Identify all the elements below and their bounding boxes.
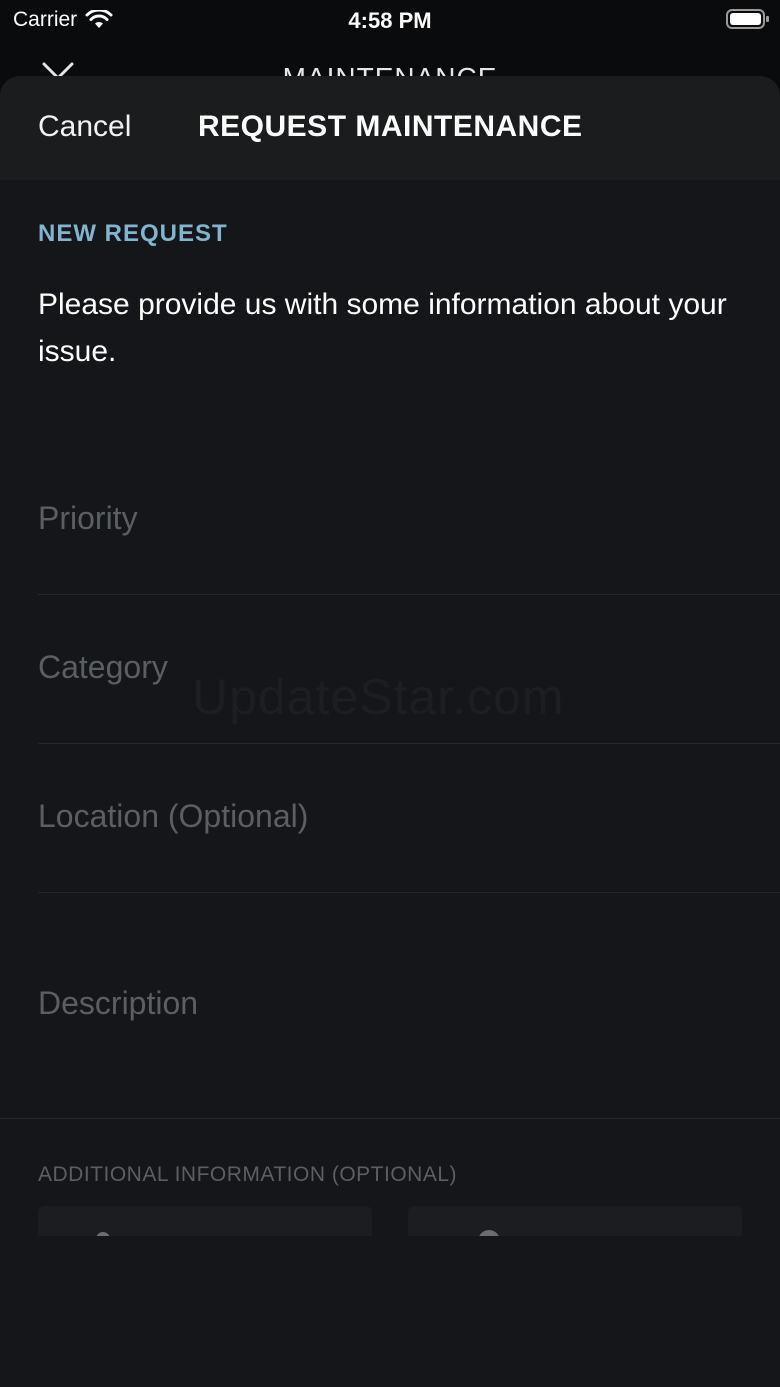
- camera-icon: [96, 1232, 110, 1236]
- divider: [38, 892, 780, 893]
- status-time: 4:58 PM: [348, 8, 432, 33]
- divider: [38, 594, 780, 595]
- sheet-nav-bar: Cancel REQUEST MAINTENANCE: [0, 76, 780, 180]
- status-bar: Carrier 4:58 PM: [0, 0, 780, 40]
- sheet-title: REQUEST MAINTENANCE: [198, 110, 583, 143]
- attachment-icon: [478, 1230, 500, 1236]
- priority-field[interactable]: Priority: [38, 500, 780, 537]
- description-field[interactable]: Description: [38, 985, 780, 1022]
- location-field[interactable]: Location (Optional): [38, 798, 780, 835]
- category-field[interactable]: Category: [38, 649, 780, 686]
- intro-text: Please provide us with some information …: [38, 288, 727, 368]
- cancel-button[interactable]: Cancel: [38, 110, 131, 144]
- screen: Carrier 4:58 PM MAINTENANCE Cancel REQUE…: [0, 0, 780, 1387]
- attach-photo-button[interactable]: [38, 1206, 372, 1236]
- battery-icon: [726, 9, 769, 29]
- divider: [38, 743, 780, 744]
- additional-info-label: ADDITIONAL INFORMATION (OPTIONAL): [38, 1163, 458, 1186]
- attach-file-button[interactable]: [408, 1206, 742, 1236]
- request-maintenance-sheet: Cancel REQUEST MAINTENANCE NEW REQUEST P…: [0, 76, 780, 1387]
- section-label: NEW REQUEST: [38, 220, 228, 247]
- divider: [0, 1118, 780, 1119]
